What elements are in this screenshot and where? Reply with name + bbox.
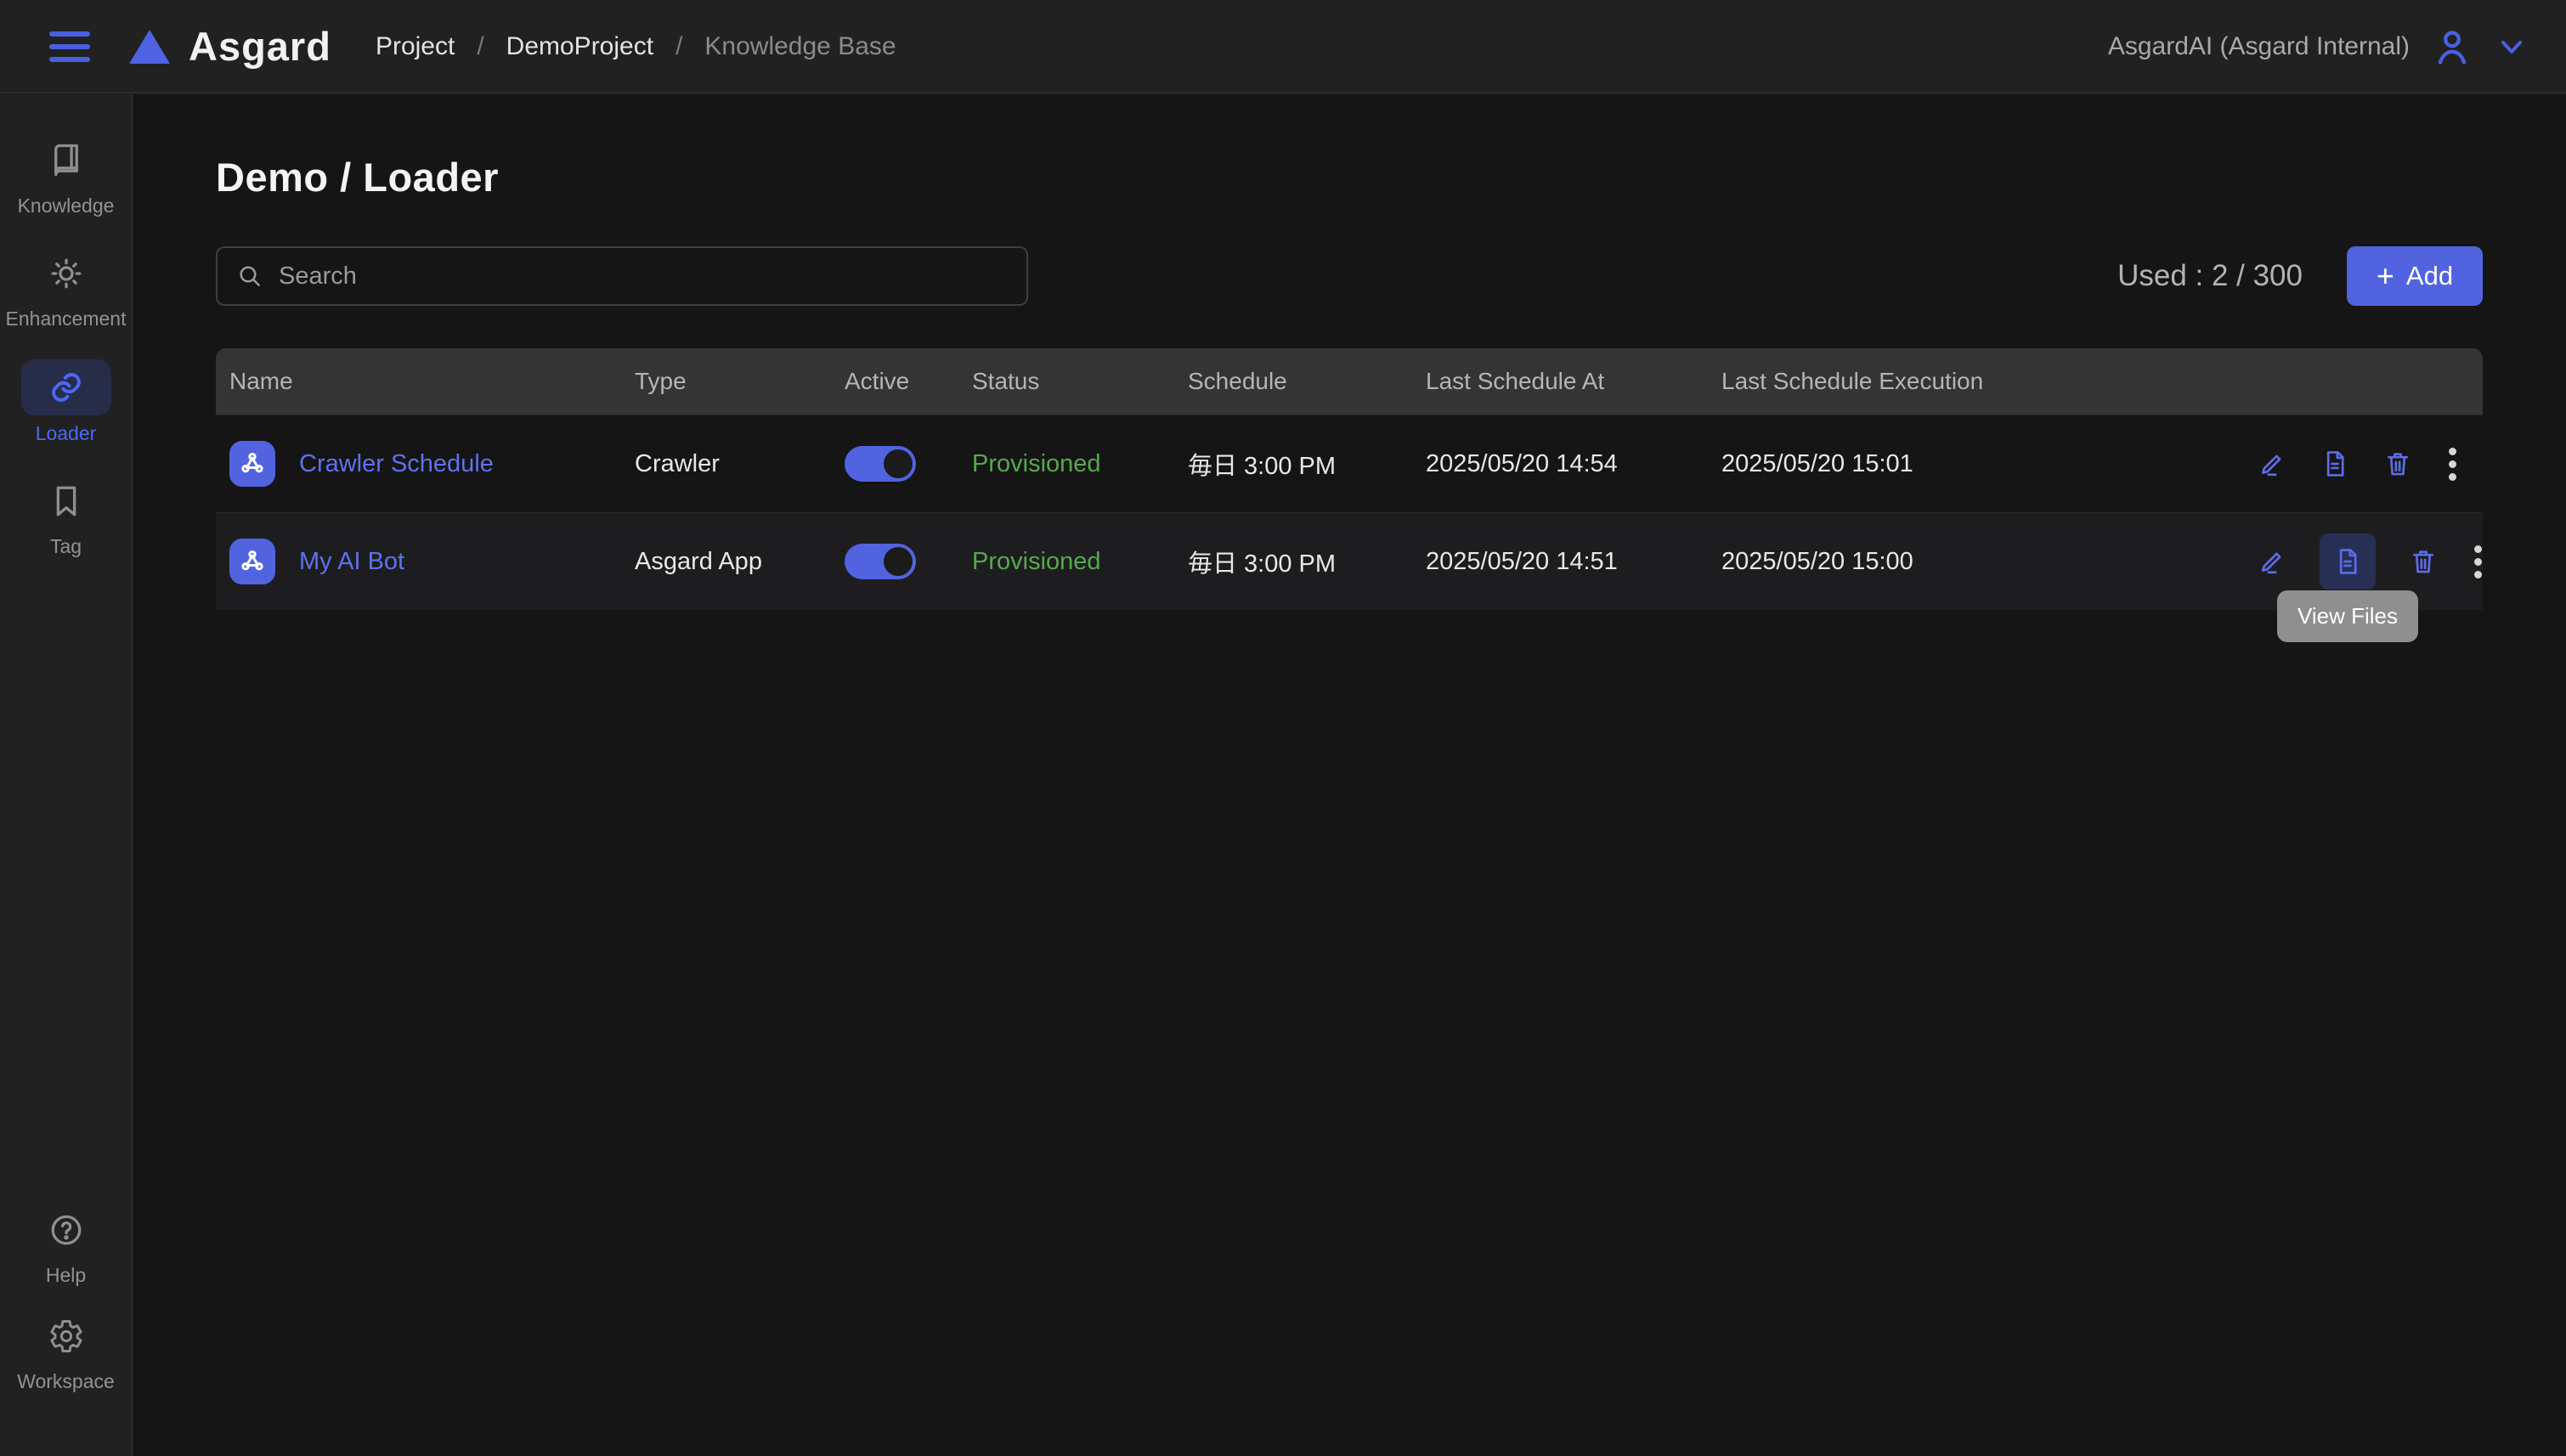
search-icon (236, 262, 263, 290)
row-name-link[interactable]: Crawler Schedule (299, 450, 494, 478)
sidebar-item-knowledge[interactable]: Knowledge (0, 133, 132, 217)
toolbar: Used : 2 / 300 + Add (216, 246, 2483, 306)
help-circle-icon (39, 1203, 93, 1257)
sun-icon (39, 246, 93, 301)
app-logo[interactable]: Asgard (129, 23, 331, 70)
row-last-schedule-execution: 2025/05/20 15:00 (1708, 548, 2243, 576)
bookmark-icon (39, 474, 93, 528)
sidebar-item-loader[interactable]: Loader (0, 359, 132, 445)
active-toggle[interactable] (845, 446, 916, 482)
col-header-last-schedule-execution: Last Schedule Execution (1708, 368, 2243, 395)
sidebar-item-workspace[interactable]: Workspace (0, 1309, 132, 1393)
col-header-status: Status (958, 368, 1174, 395)
sidebar-item-help[interactable]: Help (0, 1203, 132, 1287)
search-box[interactable] (216, 246, 1028, 306)
sidebar-item-label: Knowledge (18, 195, 115, 217)
sidebar-item-label: Tag (50, 535, 82, 558)
table-row: Crawler Schedule Crawler Provisioned 毎日 … (216, 415, 2483, 512)
delete-icon[interactable] (2382, 449, 2413, 479)
col-header-type: Type (621, 368, 831, 395)
breadcrumb-separator: / (675, 32, 682, 61)
view-files-icon (2333, 547, 2362, 576)
active-toggle[interactable] (845, 544, 916, 579)
hamburger-menu-icon[interactable] (49, 31, 90, 62)
sidebar-item-tag[interactable]: Tag (0, 474, 132, 558)
view-files-icon[interactable] (2320, 449, 2350, 479)
view-files-tooltip: View Files (2277, 590, 2418, 642)
add-button[interactable]: + Add (2347, 246, 2483, 306)
delete-icon[interactable] (2408, 546, 2439, 577)
gear-icon (39, 1309, 93, 1363)
sidebar: Knowledge Enhancement Loader Tag (0, 94, 133, 1456)
breadcrumb-project[interactable]: Project (376, 32, 455, 61)
row-name-link[interactable]: My AI Bot (299, 548, 404, 576)
sidebar-item-label: Workspace (17, 1370, 115, 1393)
breadcrumb-demoproject[interactable]: DemoProject (506, 32, 653, 61)
logo-triangle-icon (129, 30, 170, 64)
row-last-schedule-at: 2025/05/20 14:51 (1412, 548, 1708, 576)
table-row: My AI Bot Asgard App Provisioned 毎日 3:00… (216, 512, 2483, 610)
main-content: Demo / Loader Used : 2 / 300 + Add Name … (133, 94, 2566, 1456)
loader-table: Name Type Active Status Schedule Last Sc… (216, 348, 2483, 610)
view-files-button-hovered[interactable]: View Files (2320, 533, 2376, 590)
add-button-label: Add (2406, 261, 2453, 291)
more-icon[interactable] (2471, 542, 2485, 582)
usage-counter: Used : 2 / 300 (2117, 259, 2303, 293)
row-type: Asgard App (621, 548, 831, 576)
sidebar-item-label: Loader (36, 422, 97, 445)
loader-type-icon (229, 441, 275, 487)
table-header: Name Type Active Status Schedule Last Sc… (216, 348, 2483, 415)
link-icon (21, 359, 111, 415)
user-icon[interactable] (2430, 25, 2474, 69)
book-icon (39, 133, 93, 188)
breadcrumb-separator: / (477, 32, 483, 61)
sidebar-item-label: Enhancement (6, 308, 127, 330)
search-input[interactable] (279, 262, 1008, 291)
edit-icon[interactable] (2257, 546, 2287, 577)
row-schedule: 毎日 3:00 PM (1174, 446, 1412, 482)
page-title: Demo / Loader (216, 154, 2483, 200)
row-schedule: 毎日 3:00 PM (1174, 544, 1412, 579)
edit-icon[interactable] (2257, 449, 2287, 479)
row-last-schedule-execution: 2025/05/20 15:01 (1708, 450, 2243, 478)
plus-icon: + (2377, 261, 2394, 291)
col-header-name: Name (216, 368, 621, 395)
chevron-down-icon[interactable] (2495, 30, 2529, 64)
col-header-active: Active (831, 368, 958, 395)
more-icon[interactable] (2445, 444, 2460, 484)
breadcrumb: Project / DemoProject / Knowledge Base (376, 32, 896, 61)
account-name: AsgardAI (Asgard Internal) (2108, 32, 2410, 61)
status-badge: Provisioned (958, 548, 1174, 576)
status-badge: Provisioned (958, 450, 1174, 478)
col-header-schedule: Schedule (1174, 368, 1412, 395)
logo-text: Asgard (189, 23, 331, 70)
topbar: Asgard Project / DemoProject / Knowledge… (0, 0, 2566, 93)
row-type: Crawler (621, 450, 831, 478)
loader-type-icon (229, 539, 275, 584)
sidebar-item-enhancement[interactable]: Enhancement (0, 246, 132, 330)
breadcrumb-knowledge-base: Knowledge Base (704, 32, 896, 61)
sidebar-item-label: Help (46, 1264, 86, 1287)
row-last-schedule-at: 2025/05/20 14:54 (1412, 450, 1708, 478)
col-header-last-schedule-at: Last Schedule At (1412, 368, 1708, 395)
